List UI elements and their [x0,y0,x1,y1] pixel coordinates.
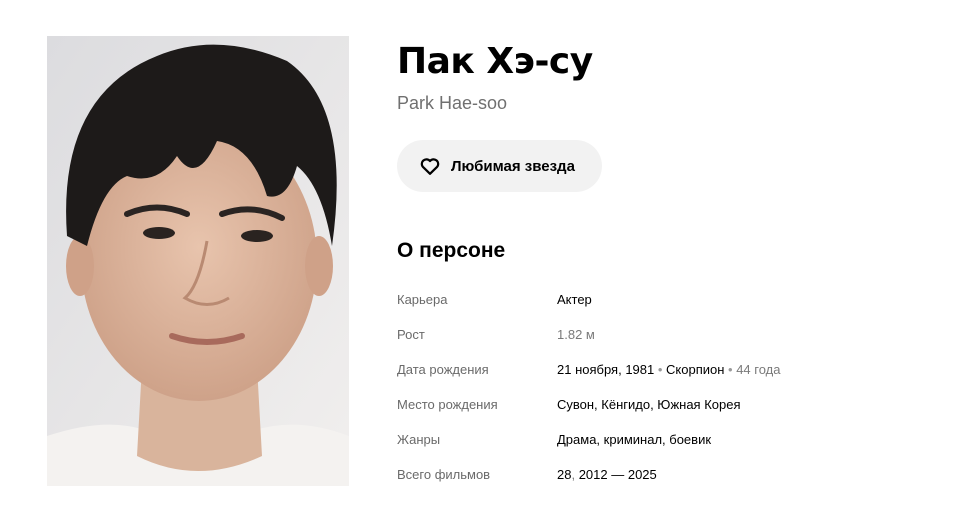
genres-links[interactable]: Драма, криминал, боевик [557,432,711,447]
birthdate-label: Дата рождения [397,362,489,377]
birthplace-label: Место рождения [397,397,498,412]
person-photo [47,36,349,486]
heart-icon [420,158,440,175]
age-value: 44 года [736,362,781,377]
separator-dot: • [724,362,737,377]
favorite-star-label: Любимая звезда [451,157,575,175]
person-original-name: Park Hae-soo [397,93,508,113]
career-link[interactable]: Актер [557,292,592,307]
separator-dot: • [654,362,667,377]
zodiac-link[interactable]: Скорпион [666,362,724,377]
birthplace-link[interactable]: Сувон, Кёнгидо, Южная Корея [557,397,741,412]
person-name: Пак Хэ-су [397,41,593,82]
favorite-star-button[interactable]: Любимая звезда [397,140,602,192]
birthdate-link[interactable]: 21 ноября, 1981 [557,362,654,377]
portrait-image [47,36,349,486]
career-row: Карьера Актер [397,282,937,317]
films-label: Всего фильмов [397,467,491,482]
birthdate-row: Дата рождения 21 ноября, 1981 • Скорпион… [397,352,937,387]
height-value: 1.82 м [557,327,595,342]
height-label: Рост [397,327,425,342]
about-section-title: О персоне [397,239,506,262]
career-label: Карьера [397,292,448,307]
height-row: Рост 1.82 м [397,317,937,352]
films-years: 2012 — 2025 [578,467,657,482]
birthplace-row: Место рождения Сувон, Кёнгидо, Южная Кор… [397,387,937,422]
genres-label: Жанры [397,432,441,447]
about-table: Карьера Актер Рост 1.82 м Дата рождения … [397,282,937,492]
films-row: Всего фильмов 28, 2012 — 2025 [397,467,657,482]
person-page: Пак Хэ-су Park Hae-soo Любимая звезда О … [0,0,969,506]
person-info: Пак Хэ-су Park Hae-soo Любимая звезда О … [397,40,937,492]
genres-row: Жанры Драма, криминал, боевик [397,422,937,457]
films-count-link[interactable]: 28 [557,467,571,482]
